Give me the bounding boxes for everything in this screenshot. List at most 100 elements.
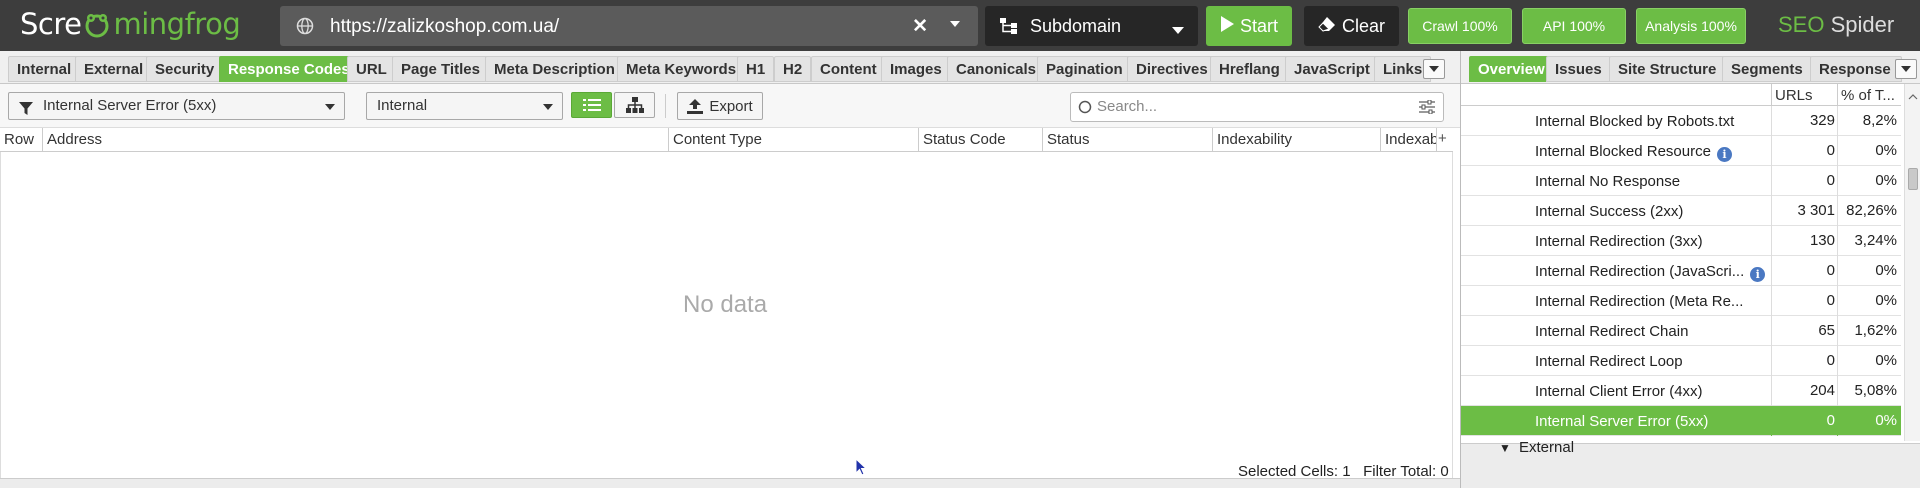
tab-security[interactable]: Security: [146, 56, 224, 82]
overview-row[interactable]: Internal Redirect Loop 0 0%: [1461, 346, 1901, 376]
brand-seo: SEO: [1778, 12, 1825, 37]
search-input[interactable]: [1097, 98, 1397, 115]
filter-toolbar: Internal Server Error (5xx) Internal Exp…: [0, 84, 1460, 128]
tab-content[interactable]: Content: [811, 56, 886, 82]
tab-javascript[interactable]: JavaScript: [1285, 56, 1379, 82]
row-label: Internal Server Error (5xx): [1535, 413, 1709, 430]
tab-images[interactable]: Images: [881, 56, 951, 82]
tab-issues[interactable]: Issues: [1546, 56, 1611, 82]
list-view-button[interactable]: [571, 92, 612, 118]
column-header-urls[interactable]: URLs: [1775, 87, 1813, 104]
list-icon: [582, 99, 601, 111]
info-icon[interactable]: i: [1716, 147, 1732, 162]
lower-pane-divider[interactable]: ▼ External: [1461, 439, 1920, 488]
tab-response-codes[interactable]: Response Codes: [219, 56, 359, 82]
row-label-wrap: Internal Redirection (JavaScri... i: [1535, 263, 1766, 282]
overview-row[interactable]: Internal Client Error (4xx) 204 5,08%: [1461, 376, 1901, 406]
row-urls: 0: [1771, 166, 1835, 196]
overview-row[interactable]: Internal No Response 0 0%: [1461, 166, 1901, 196]
column-header-row[interactable]: Row: [0, 128, 43, 152]
url-input[interactable]: https://zalizkoshop.com.ua/: [330, 16, 559, 38]
row-percent: 0%: [1837, 256, 1897, 286]
right-tabs: Overview Issues Site Structure Segments …: [1461, 51, 1920, 84]
scrollbar-thumb[interactable]: [1908, 168, 1918, 190]
tab-h1[interactable]: H1: [737, 56, 775, 82]
overview-row[interactable]: Internal Redirection (Meta Re... 0 0%: [1461, 286, 1901, 316]
sliders-icon[interactable]: [1419, 99, 1435, 118]
crawl-mode-dropdown[interactable]: Subdomain: [985, 6, 1198, 46]
scope-dropdown-value: Internal: [377, 97, 428, 114]
tab-site-structure[interactable]: Site Structure: [1609, 56, 1726, 82]
column-header-indexability-status[interactable]: Indexab: [1381, 128, 1437, 152]
column-header-status-code[interactable]: Status Code: [919, 128, 1043, 152]
tab-hreflang[interactable]: Hreflang: [1210, 56, 1289, 82]
clear-url-icon[interactable]: ✕: [912, 15, 928, 38]
lower-pane-divider[interactable]: [0, 478, 1460, 488]
tab-h2[interactable]: H2: [774, 56, 812, 82]
row-label-wrap: Internal Blocked Resource i: [1535, 143, 1732, 162]
export-label: Export: [709, 97, 753, 115]
column-header-status[interactable]: Status: [1043, 128, 1213, 152]
tree-view-button[interactable]: [614, 92, 655, 118]
tab-canonicals[interactable]: Canonicals: [947, 56, 1046, 82]
api-progress-pill[interactable]: API 100%: [1522, 8, 1626, 44]
eraser-icon: [1318, 16, 1336, 37]
overview-header: URLs % of T...: [1461, 84, 1901, 106]
row-percent: 1,62%: [1837, 316, 1897, 346]
overview-row-selected[interactable]: Internal Server Error (5xx) 0 0%: [1461, 406, 1901, 436]
row-urls: 0: [1771, 136, 1835, 166]
row-label: Internal Redirect Loop: [1535, 353, 1683, 370]
url-history-dropdown-icon[interactable]: [948, 17, 962, 35]
overview-row[interactable]: Internal Redirection (JavaScri... i 0 0%: [1461, 256, 1901, 286]
crawl-progress-pill[interactable]: Crawl 100%: [1408, 8, 1512, 44]
tab-overview[interactable]: Overview: [1469, 56, 1554, 82]
filter-dropdown-value: Internal Server Error (5xx): [43, 97, 217, 114]
filter-dropdown[interactable]: Internal Server Error (5xx): [8, 92, 345, 120]
brand-spider: Spider: [1830, 12, 1895, 37]
start-button[interactable]: Start: [1206, 6, 1292, 46]
overview-row[interactable]: Internal Redirection (3xx) 130 3,24%: [1461, 226, 1901, 256]
overview-scrollbar[interactable]: [1904, 84, 1920, 441]
export-button[interactable]: Export: [677, 92, 763, 120]
analysis-progress-pill[interactable]: Analysis 100%: [1636, 8, 1746, 44]
scroll-up-icon[interactable]: [1908, 87, 1918, 104]
row-label: Internal Redirect Chain: [1535, 323, 1689, 340]
column-header-content-type[interactable]: Content Type: [669, 128, 919, 152]
tab-pagination[interactable]: Pagination: [1037, 56, 1132, 82]
row-urls: 204: [1771, 376, 1835, 406]
column-header-address[interactable]: Address: [43, 128, 669, 152]
expand-collapse-icon[interactable]: ▼: [1499, 441, 1511, 455]
overview-row[interactable]: Internal Success (2xx) 3 301 82,26%: [1461, 196, 1901, 226]
info-icon[interactable]: i: [1750, 267, 1766, 282]
crawl-mode-label: Subdomain: [1030, 16, 1122, 36]
column-header-percent[interactable]: % of T...: [1841, 87, 1895, 104]
row-label: Internal Success (2xx): [1535, 203, 1684, 220]
start-label: Start: [1239, 15, 1278, 36]
more-tabs-button[interactable]: [1423, 59, 1445, 79]
clear-label: Clear: [1341, 15, 1385, 36]
upload-icon: [687, 98, 704, 114]
more-right-tabs-button[interactable]: [1895, 59, 1917, 79]
tab-directives[interactable]: Directives: [1127, 56, 1217, 82]
scope-dropdown[interactable]: Internal: [366, 92, 563, 120]
search-box[interactable]: [1070, 92, 1444, 122]
tab-internal[interactable]: Internal: [8, 56, 81, 82]
overview-row[interactable]: Internal Blocked Resource i 0 0%: [1461, 136, 1901, 166]
tab-external[interactable]: External: [75, 56, 153, 82]
empty-state-text: No data: [683, 291, 768, 318]
tab-segments[interactable]: Segments: [1722, 56, 1812, 82]
overview-row[interactable]: Internal Blocked by Robots.txt 329 8,2%: [1461, 106, 1901, 136]
clear-button[interactable]: Clear: [1304, 6, 1399, 46]
tab-meta-keywords[interactable]: Meta Keywords: [617, 56, 746, 82]
tab-url[interactable]: URL: [347, 56, 396, 82]
tab-meta-description[interactable]: Meta Description: [485, 56, 624, 82]
add-column-icon[interactable]: +: [1438, 130, 1447, 147]
tab-response-times[interactable]: Response T: [1810, 56, 1902, 82]
row-percent: 5,08%: [1837, 376, 1897, 406]
frog-icon: [82, 11, 112, 38]
row-label: Internal Blocked by Robots.txt: [1535, 113, 1735, 130]
overview-row[interactable]: Internal Redirect Chain 65 1,62%: [1461, 316, 1901, 346]
url-bar[interactable]: https://zalizkoshop.com.ua/ ✕: [280, 6, 978, 46]
tab-page-titles[interactable]: Page Titles: [392, 56, 489, 82]
column-header-indexability[interactable]: Indexability: [1213, 128, 1381, 152]
